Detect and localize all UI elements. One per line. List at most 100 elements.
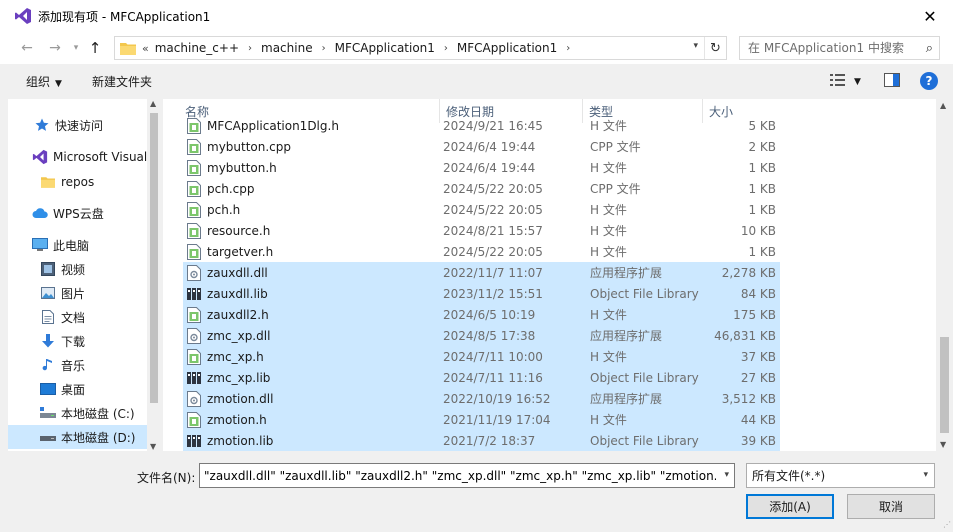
filename-input[interactable] <box>204 468 716 483</box>
nav-item-desktop[interactable]: 桌面 <box>8 377 148 401</box>
file-row[interactable]: pch.h 2024/5/22 20:05 H 文件 1 KB <box>183 199 780 220</box>
chevron-down-icon[interactable]: ▾ <box>724 470 729 480</box>
file-type: CPP 文件 <box>590 140 641 154</box>
file-row[interactable]: zauxdll.lib 2023/11/2 15:51 Object File Li… <box>183 283 780 304</box>
refresh-button[interactable]: ↻ <box>704 37 726 59</box>
star-icon <box>34 117 50 133</box>
close-button[interactable]: ✕ <box>907 0 953 32</box>
file-row[interactable]: MFCApplication1Dlg.h 2024/9/21 16:45 H 文件 5… <box>183 115 780 136</box>
search-input[interactable] <box>748 41 923 55</box>
new-folder-button[interactable]: 新建文件夹 <box>92 73 152 90</box>
file-date: 2024/7/11 10:00 <box>443 349 543 364</box>
file-row[interactable]: resource.h 2024/8/21 15:57 H 文件 10 KB <box>183 220 780 241</box>
file-row[interactable]: zauxdll2.h 2024/6/5 10:19 H 文件 175 KB <box>183 304 780 325</box>
breadcrumb-item[interactable]: machine_c++ <box>155 41 239 55</box>
download-icon <box>40 333 56 349</box>
file-date: 2024/6/4 19:44 <box>443 160 536 175</box>
file-type: H 文件 <box>590 161 627 175</box>
address-bar[interactable]: « machine_c++ › machine › MFCApplication… <box>114 36 727 60</box>
nav-item-microsoft-visual[interactable]: Microsoft Visual <box>8 145 148 169</box>
close-icon: ✕ <box>923 6 937 26</box>
file-row[interactable]: zmc_xp.dll 2024/8/5 17:38 应用程序扩展 46,831 KB <box>183 325 780 346</box>
file-type: Object File Library <box>590 286 699 301</box>
file-row[interactable]: pch.cpp 2024/5/22 20:05 CPP 文件 1 KB <box>183 178 780 199</box>
change-view-button[interactable]: ▼ <box>830 73 861 90</box>
nav-item-downloads[interactable]: 下载 <box>8 329 148 353</box>
chevron-right-icon[interactable]: › <box>444 43 448 54</box>
computer-icon <box>32 237 48 253</box>
scroll-up-icon[interactable]: ▲ <box>940 101 946 110</box>
file-type: 应用程序扩展 <box>590 329 663 343</box>
scroll-down-icon[interactable]: ▼ <box>150 442 156 451</box>
file-date: 2024/5/22 20:05 <box>443 181 543 196</box>
cpp-file-icon <box>187 138 201 155</box>
file-name-cell: resource.h <box>183 222 440 239</box>
file-row[interactable]: zmotion.h 2021/11/19 17:04 H 文件 44 KB <box>183 409 780 430</box>
file-row[interactable]: mybutton.h 2024/6/4 19:44 H 文件 1 KB <box>183 157 780 178</box>
file-row[interactable]: zauxdll.dll 2022/11/7 11:07 应用程序扩展 2,278 KB <box>183 262 780 283</box>
file-name: zmc_xp.h <box>207 349 264 364</box>
chevron-down-icon: ▾ <box>73 43 79 53</box>
nav-item-pictures[interactable]: 图片 <box>8 281 148 305</box>
file-name: MFCApplication1Dlg.h <box>207 118 339 133</box>
chevron-right-icon[interactable]: › <box>566 43 570 54</box>
search-icon: ⌕ <box>925 41 933 56</box>
file-row[interactable]: zmc_xp.lib 2024/7/11 11:16 Object File Lib… <box>183 367 780 388</box>
file-type-select[interactable]: 所有文件(*.*) ▾ <box>746 463 935 488</box>
file-date: 2024/9/21 16:45 <box>443 118 543 133</box>
file-size: 10 KB <box>740 223 776 238</box>
file-row[interactable]: zmc_xp.h 2024/7/11 10:00 H 文件 37 KB <box>183 346 780 367</box>
preview-pane-button[interactable] <box>884 73 900 90</box>
add-button[interactable]: 添加(A) <box>746 494 834 519</box>
file-date: 2024/8/5 17:38 <box>443 328 536 343</box>
scroll-up-icon[interactable]: ▲ <box>150 99 156 108</box>
nav-item-repos[interactable]: repos <box>8 170 148 194</box>
back-button[interactable]: ← <box>16 37 38 59</box>
cancel-button[interactable]: 取消 <box>847 494 935 519</box>
breadcrumb-item[interactable]: MFCApplication1 <box>457 41 557 55</box>
scroll-thumb[interactable] <box>150 113 158 403</box>
file-name: zmc_xp.lib <box>207 370 271 385</box>
visual-studio-icon <box>32 149 48 165</box>
breadcrumb-overflow[interactable]: « <box>142 42 149 55</box>
file-name-cell: pch.cpp <box>183 180 440 197</box>
resize-grip-icon[interactable]: ⋰ <box>943 520 951 529</box>
chevron-right-icon[interactable]: › <box>248 43 252 54</box>
chevron-down-icon[interactable]: ▾ <box>693 41 698 51</box>
nav-item-documents[interactable]: 文档 <box>8 305 148 329</box>
nav-item-drive-c[interactable]: 本地磁盘 (C:) <box>8 401 148 425</box>
nav-item-label: WPS云盘 <box>53 206 104 221</box>
file-name-cell: pch.h <box>183 201 440 218</box>
file-list-scrollbar[interactable]: ▲ ▼ <box>936 99 953 451</box>
nav-item-music[interactable]: 音乐 <box>8 353 148 377</box>
breadcrumb-item[interactable]: machine <box>261 41 313 55</box>
nav-item-quick-access[interactable]: 快速访问 <box>8 113 148 137</box>
filename-combobox[interactable]: ▾ <box>199 463 735 488</box>
recent-locations-button[interactable]: ▾ <box>70 37 82 59</box>
window-title: 添加现有项 - MFCApplication1 <box>38 9 211 24</box>
dialog-footer: 文件名(N): ▾ 所有文件(*.*) ▾ 添加(A) 取消 ⋰ <box>0 451 953 532</box>
nav-scrollbar[interactable]: ▲ ▼ <box>147 99 161 451</box>
nav-item-drive-d[interactable]: 本地磁盘 (D:) <box>8 425 147 449</box>
arrow-up-icon: ↑ <box>88 39 102 57</box>
nav-item-videos[interactable]: 视频 <box>8 257 148 281</box>
file-row[interactable]: zmotion.lib 2021/7/2 18:37 Object File Lib… <box>183 430 780 451</box>
nav-item-this-pc[interactable]: 此电脑 <box>8 233 148 257</box>
nav-item-wps-cloud[interactable]: WPS云盘 <box>8 201 148 225</box>
up-button[interactable]: ↑ <box>84 37 106 59</box>
help-button[interactable]: ? <box>920 72 938 90</box>
file-row[interactable]: targetver.h 2024/5/22 20:05 H 文件 1 KB <box>183 241 780 262</box>
file-row[interactable]: zmotion.dll 2022/10/19 16:52 应用程序扩展 3,512 K… <box>183 388 780 409</box>
preview-pane-icon <box>884 73 900 90</box>
scroll-down-icon[interactable]: ▼ <box>940 440 946 449</box>
header-file-icon <box>187 222 201 239</box>
forward-button[interactable]: → <box>44 37 66 59</box>
file-type: H 文件 <box>590 413 627 427</box>
file-row[interactable]: mybutton.cpp 2024/6/4 19:44 CPP 文件 2 KB <box>183 136 780 157</box>
breadcrumb-item[interactable]: MFCApplication1 <box>335 41 435 55</box>
navigation-pane: 快速访问 Microsoft Visual repos WPS云盘 此电脑 视频… <box>8 99 161 451</box>
file-name: pch.h <box>207 202 241 217</box>
scroll-thumb[interactable] <box>940 337 949 433</box>
organize-button[interactable]: 组织 ▼ <box>26 73 62 90</box>
chevron-right-icon[interactable]: › <box>322 43 326 54</box>
